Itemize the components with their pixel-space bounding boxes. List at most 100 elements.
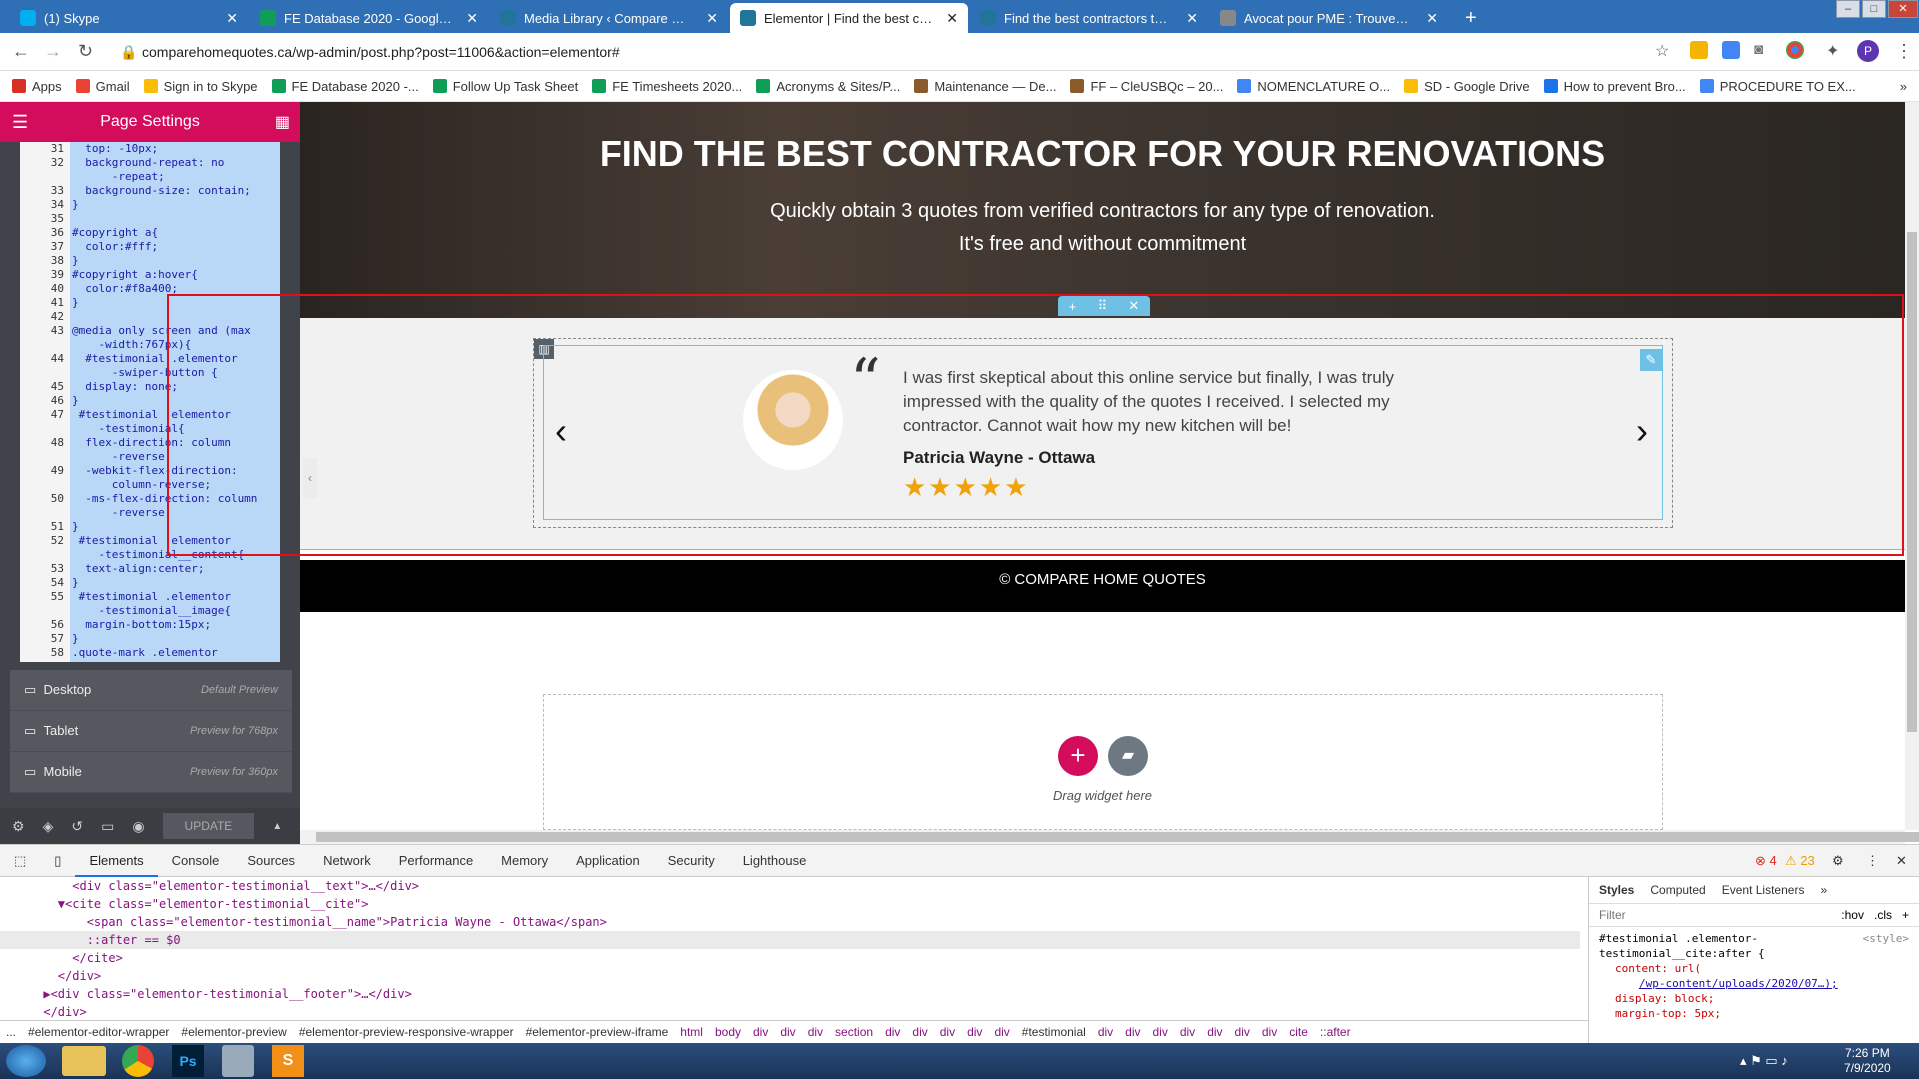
add-new-section-button[interactable]: + (1058, 736, 1098, 776)
bookmark-item[interactable]: Apps (12, 79, 62, 94)
warning-count-badge[interactable]: ⚠ 23 (1785, 853, 1815, 869)
add-template-folder-icon[interactable]: ▰ (1108, 736, 1148, 776)
translate-extension-icon[interactable] (1722, 41, 1740, 59)
close-tab-icon[interactable]: ✕ (1186, 10, 1198, 27)
dom-node-line[interactable]: ▼<cite class="elementor-testimonial__cit… (0, 895, 1580, 913)
preview-vertical-scrollbar[interactable] (1905, 102, 1919, 830)
css-prop-content[interactable]: content: url( (1599, 961, 1909, 976)
extension-icon[interactable] (1690, 41, 1708, 59)
bookmark-star-icon[interactable]: ☆ (1655, 41, 1669, 61)
bookmark-item[interactable]: Acronyms & Sites/P... (756, 79, 900, 94)
notepad-icon[interactable] (222, 1045, 254, 1077)
breadcrumb-item[interactable]: html (680, 1025, 703, 1039)
profile-avatar[interactable]: P (1857, 40, 1879, 62)
devtools-tab-security[interactable]: Security (654, 845, 729, 877)
breadcrumb-item[interactable]: ::after (1320, 1025, 1351, 1039)
breadcrumb-item[interactable]: div (1098, 1025, 1113, 1039)
breadcrumb-item[interactable]: div (1207, 1025, 1222, 1039)
bookmark-item[interactable]: NOMENCLATURE O... (1237, 79, 1390, 94)
chrome-extension-icon[interactable] (1786, 41, 1804, 59)
hover-state-toggle[interactable]: :hov (1841, 908, 1864, 922)
breadcrumb-item[interactable]: div (1153, 1025, 1168, 1039)
bookmark-item[interactable]: FF – CleUSBQc – 20... (1070, 79, 1223, 94)
navigator-layers-icon[interactable]: ◈ (43, 818, 54, 835)
code-line[interactable]: #testimonial .elementor (72, 590, 280, 604)
elements-dom-tree[interactable]: <div class="elementor-testimonial__text"… (0, 877, 1580, 1020)
code-line[interactable]: } (72, 632, 280, 646)
css-prop-display[interactable]: display: block; (1599, 991, 1909, 1006)
breadcrumb-item[interactable]: div (1180, 1025, 1195, 1039)
code-line[interactable]: margin-bottom:15px; (72, 618, 280, 632)
close-tab-icon[interactable]: ✕ (226, 10, 238, 27)
breadcrumb-item[interactable]: body (715, 1025, 741, 1039)
styles-subtab[interactable]: Computed (1650, 883, 1705, 897)
preview-mode-mobile[interactable]: ▭ Mobile Preview for 360px (10, 752, 292, 793)
css-prop-margin[interactable]: margin-top: 5px; (1599, 1006, 1909, 1021)
breadcrumb-item[interactable]: div (912, 1025, 927, 1039)
forward-icon[interactable]: → (44, 41, 62, 62)
camera-extension-icon[interactable]: ◙ (1754, 41, 1763, 58)
code-line[interactable]: #copyright a{ (72, 226, 280, 240)
maximize-window-button[interactable]: □ (1862, 0, 1886, 18)
new-tab-button[interactable]: + (1455, 3, 1485, 33)
devtools-tab-performance[interactable]: Performance (385, 845, 487, 877)
preview-eye-icon[interactable]: ◉ (132, 818, 144, 835)
devtools-settings-icon[interactable]: ⚙ (1832, 853, 1844, 869)
close-window-button[interactable]: ✕ (1888, 0, 1918, 18)
dom-node-line[interactable]: </cite> (0, 949, 1580, 967)
code-line[interactable]: } (72, 576, 280, 590)
styles-subtab[interactable]: Styles (1599, 883, 1634, 897)
bookmark-item[interactable]: Gmail (75, 79, 130, 94)
browser-tab[interactable]: Avocat pour PME : Trouvez rapidement ✕ (1210, 3, 1448, 33)
browser-tab[interactable]: Media Library ‹ Compare Home Quotes ✕ (490, 3, 728, 33)
breadcrumb-item[interactable]: #elementor-preview-iframe (526, 1025, 669, 1039)
breadcrumb-item[interactable]: #elementor-preview (181, 1025, 286, 1039)
devtools-tab-elements[interactable]: Elements (75, 845, 158, 877)
bookmark-item[interactable]: Follow Up Task Sheet (432, 79, 578, 94)
browser-tab[interactable]: FE Database 2020 - Google Sheets ✕ (250, 3, 488, 33)
breadcrumb-item[interactable]: div (940, 1025, 955, 1039)
device-toolbar-icon[interactable]: ▯ (40, 845, 75, 877)
styles-subtab[interactable]: Event Listeners (1722, 883, 1805, 897)
code-line[interactable]: #copyright a:hover{ (72, 268, 280, 282)
devtools-tab-sources[interactable]: Sources (233, 845, 309, 877)
preview-horizontal-scrollbar[interactable] (300, 830, 1919, 844)
breadcrumb-item[interactable]: div (994, 1025, 1009, 1039)
styles-filter-input[interactable] (1599, 908, 1832, 922)
preview-mode-tablet[interactable]: ▭ Tablet Preview for 768px (10, 711, 292, 752)
bookmark-item[interactable]: PROCEDURE TO EX... (1699, 79, 1856, 94)
update-options-caret-icon[interactable]: ▲ (272, 821, 282, 832)
url-input[interactable]: 🔒 comparehomequotes.ca/wp-admin/post.php… (112, 40, 1682, 64)
code-line[interactable]: color:#fff; (72, 240, 280, 254)
bookmark-item[interactable]: FE Timesheets 2020... (592, 79, 742, 94)
devtools-menu-icon[interactable]: ⋮ (1866, 853, 1879, 869)
error-count-badge[interactable]: ⊗ 4 (1755, 853, 1777, 869)
close-tab-icon[interactable]: ✕ (1426, 10, 1438, 27)
hamburger-menu-icon[interactable]: ☰ (12, 112, 28, 133)
widgets-grid-icon[interactable]: ▦ (275, 112, 290, 132)
devtools-tab-network[interactable]: Network (309, 845, 385, 877)
code-line[interactable] (72, 212, 280, 226)
breadcrumb-item[interactable]: div (967, 1025, 982, 1039)
devtools-tab-lighthouse[interactable]: Lighthouse (729, 845, 821, 877)
css-prop-url[interactable]: /wp-content/uploads/2020/07…); (1599, 976, 1909, 991)
breadcrumb-item[interactable]: ... (6, 1025, 16, 1039)
bookmark-item[interactable]: How to prevent Bro... (1543, 79, 1686, 94)
bookmark-item[interactable]: SD - Google Drive (1404, 79, 1530, 94)
breadcrumb-item[interactable]: div (1125, 1025, 1140, 1039)
devtools-tab-console[interactable]: Console (158, 845, 234, 877)
breadcrumb-item[interactable]: div (1235, 1025, 1250, 1039)
breadcrumb-item[interactable]: section (835, 1025, 873, 1039)
browser-tab[interactable]: (1) Skype ✕ (10, 3, 248, 33)
system-tray-icons[interactable]: ▴ ⚑ ▭ ♪ (1740, 1053, 1788, 1069)
breadcrumb-item[interactable]: div (780, 1025, 795, 1039)
update-button[interactable]: UPDATE (162, 813, 255, 839)
breadcrumb-item[interactable]: div (1262, 1025, 1277, 1039)
code-line[interactable]: background-size: contain; (72, 184, 280, 198)
code-line[interactable]: top: -10px; (72, 142, 280, 156)
code-line[interactable]: .quote-mark .elementor (72, 646, 280, 660)
code-line[interactable]: -testimonial__image{ (72, 604, 280, 618)
code-line[interactable]: background-repeat: no (72, 156, 280, 170)
dom-node-line[interactable]: <div class="elementor-testimonial__text"… (0, 877, 1580, 895)
dom-node-line[interactable]: <span class="elementor-testimonial__name… (0, 913, 1580, 931)
